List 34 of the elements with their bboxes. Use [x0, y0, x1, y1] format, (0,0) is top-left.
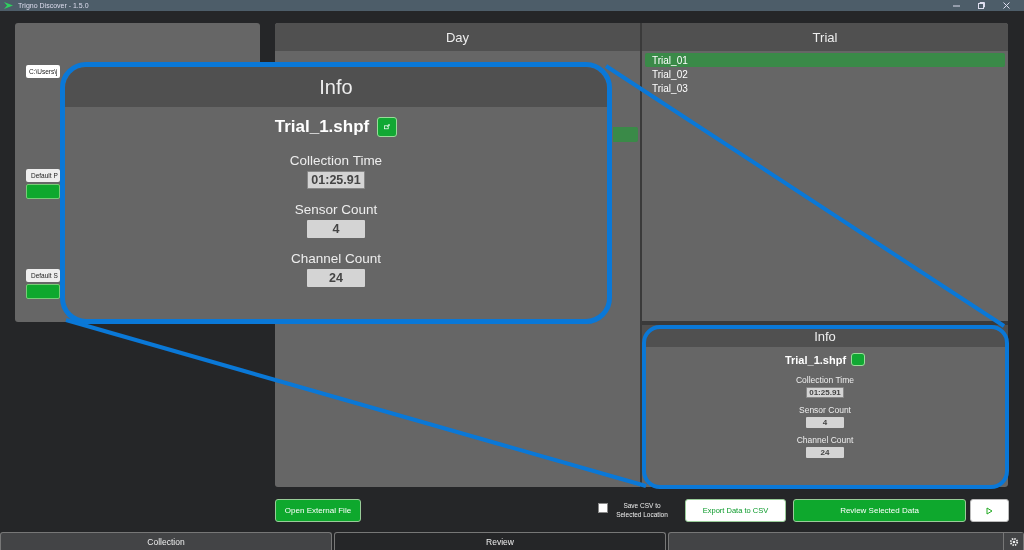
- field-label: Channel Count: [290, 251, 382, 266]
- action-bar[interactable]: [26, 184, 60, 200]
- app-logo-icon: [4, 2, 13, 10]
- field-value: 4: [806, 417, 844, 429]
- restore-icon[interactable]: [978, 2, 985, 10]
- field-label: Sensor Count: [799, 405, 851, 416]
- play-icon: [986, 506, 993, 515]
- field-label: Collection Time: [795, 375, 855, 386]
- play-button[interactable]: [970, 499, 1009, 523]
- tab[interactable]: Collection: [0, 532, 332, 550]
- file-name: Trial_1.shpf: [274, 117, 370, 137]
- column-header: Day: [275, 23, 640, 52]
- file-name: Trial_1.shpf: [784, 353, 847, 366]
- field-value: 01:25.91: [307, 171, 365, 189]
- trial-row[interactable]: Trial_01: [645, 53, 1005, 68]
- trial-row[interactable]: Trial_03: [645, 81, 1005, 96]
- field-value: 4: [307, 220, 365, 238]
- field-value: 01:25.91: [806, 387, 844, 399]
- close-icon[interactable]: [1003, 2, 1010, 10]
- field-label: Sensor Count: [294, 202, 378, 217]
- column-header: Trial: [642, 23, 1008, 52]
- minimize-icon[interactable]: [953, 2, 960, 10]
- tab[interactable]: Review: [334, 532, 666, 550]
- review-button[interactable]: Review Selected Data: [793, 499, 966, 523]
- trial-row[interactable]: Trial_02: [645, 67, 1005, 82]
- open-file-button[interactable]: Open External File: [275, 499, 361, 523]
- field-value: 24: [307, 269, 365, 287]
- action-bar[interactable]: [26, 284, 60, 300]
- checkbox[interactable]: [598, 503, 608, 514]
- settings-icon[interactable]: [1003, 533, 1023, 550]
- field-label: Channel Count: [796, 435, 854, 446]
- field-label: Collection Time: [289, 153, 383, 168]
- panel-header: Info: [65, 67, 607, 107]
- field-value: 24: [806, 447, 844, 459]
